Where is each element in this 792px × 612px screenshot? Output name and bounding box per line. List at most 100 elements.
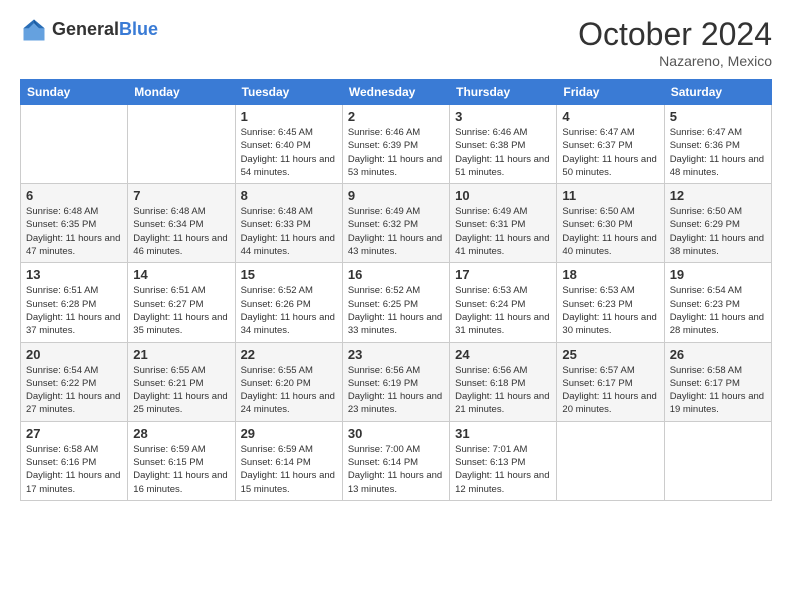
- table-row: 10Sunrise: 6:49 AM Sunset: 6:31 PM Dayli…: [450, 184, 557, 263]
- cell-info: Sunrise: 6:53 AM Sunset: 6:24 PM Dayligh…: [455, 284, 551, 337]
- weekday-header-row: Sunday Monday Tuesday Wednesday Thursday…: [21, 80, 772, 105]
- header-sunday: Sunday: [21, 80, 128, 105]
- cell-day-number: 27: [26, 426, 122, 441]
- table-row: 15 Sunrise: 6:52 AM Sunset: 6:26 PM Dayli…: [235, 263, 342, 342]
- cell-info: Sunrise: 6:58 AM Sunset: 6:17 PM Dayligh…: [670, 364, 766, 417]
- calendar-week-row: 1 Sunrise: 6:45 AM Sunset: 6:40 PM Daylig…: [21, 105, 772, 184]
- table-row: 1 Sunrise: 6:45 AM Sunset: 6:40 PM Daylig…: [235, 105, 342, 184]
- cell-day-number: 9: [348, 188, 444, 203]
- table-row: 31 Sunrise: 7:01 AM Sunset: 6:13 PM Dayli…: [450, 421, 557, 500]
- cell-day-number: 21: [133, 347, 229, 362]
- cell-info: Sunrise: 6:51 AM Sunset: 6:28 PM Dayligh…: [26, 284, 122, 337]
- header-thursday: Thursday: [450, 80, 557, 105]
- cell-day-number: 1: [241, 109, 337, 124]
- cell-day-number: 3: [455, 109, 551, 124]
- cell-day-number: 25: [562, 347, 658, 362]
- cell-info: Sunrise: 7:00 AM Sunset: 6:14 PM Dayligh…: [348, 443, 444, 496]
- cell-day-number: 19: [670, 267, 766, 282]
- table-row: 18 Sunrise: 6:53 AM Sunset: 6:23 PM Dayli…: [557, 263, 664, 342]
- table-row: 16Sunrise: 6:52 AM Sunset: 6:25 PM Dayli…: [342, 263, 449, 342]
- header: GeneralBlue October 2024 Nazareno, Mexic…: [20, 16, 772, 69]
- table-row: 30Sunrise: 7:00 AM Sunset: 6:14 PM Dayli…: [342, 421, 449, 500]
- cell-info: Sunrise: 6:47 AM Sunset: 6:36 PM Dayligh…: [670, 126, 766, 179]
- table-row: 20 Sunrise: 6:54 AM Sunset: 6:22 PM Dayli…: [21, 342, 128, 421]
- table-row: 22Sunrise: 6:55 AM Sunset: 6:20 PM Dayli…: [235, 342, 342, 421]
- header-saturday: Saturday: [664, 80, 771, 105]
- table-row: [664, 421, 771, 500]
- logo-text: GeneralBlue: [52, 20, 158, 40]
- cell-info: Sunrise: 6:54 AM Sunset: 6:22 PM Dayligh…: [26, 364, 122, 417]
- cell-day-number: 14: [133, 267, 229, 282]
- cell-info: Sunrise: 6:50 AM Sunset: 6:29 PM Dayligh…: [670, 205, 766, 258]
- calendar-week-row: 13 Sunrise: 6:51 AM Sunset: 6:28 PM Dayli…: [21, 263, 772, 342]
- table-row: 5 Sunrise: 6:47 AM Sunset: 6:36 PM Daylig…: [664, 105, 771, 184]
- cell-info: Sunrise: 6:51 AM Sunset: 6:27 PM Dayligh…: [133, 284, 229, 337]
- table-row: 23 Sunrise: 6:56 AM Sunset: 6:19 PM Dayli…: [342, 342, 449, 421]
- table-row: 19Sunrise: 6:54 AM Sunset: 6:23 PM Dayli…: [664, 263, 771, 342]
- logo-blue: Blue: [119, 19, 158, 39]
- cell-day-number: 16: [348, 267, 444, 282]
- table-row: 9 Sunrise: 6:49 AM Sunset: 6:32 PM Daylig…: [342, 184, 449, 263]
- header-monday: Monday: [128, 80, 235, 105]
- table-row: 17Sunrise: 6:53 AM Sunset: 6:24 PM Dayli…: [450, 263, 557, 342]
- table-row: 13 Sunrise: 6:51 AM Sunset: 6:28 PM Dayli…: [21, 263, 128, 342]
- table-row: 4Sunrise: 6:47 AM Sunset: 6:37 PM Daylig…: [557, 105, 664, 184]
- table-row: 12 Sunrise: 6:50 AM Sunset: 6:29 PM Dayli…: [664, 184, 771, 263]
- cell-info: Sunrise: 7:01 AM Sunset: 6:13 PM Dayligh…: [455, 443, 551, 496]
- cell-day-number: 26: [670, 347, 766, 362]
- title-block: October 2024 Nazareno, Mexico: [578, 16, 772, 69]
- cell-day-number: 12: [670, 188, 766, 203]
- cell-day-number: 5: [670, 109, 766, 124]
- table-row: [128, 105, 235, 184]
- table-row: 3Sunrise: 6:46 AM Sunset: 6:38 PM Daylig…: [450, 105, 557, 184]
- cell-info: Sunrise: 6:46 AM Sunset: 6:39 PM Dayligh…: [348, 126, 444, 179]
- cell-info: Sunrise: 6:55 AM Sunset: 6:20 PM Dayligh…: [241, 364, 337, 417]
- table-row: 14 Sunrise: 6:51 AM Sunset: 6:27 PM Dayli…: [128, 263, 235, 342]
- cell-day-number: 23: [348, 347, 444, 362]
- table-row: 6 Sunrise: 6:48 AM Sunset: 6:35 PM Daylig…: [21, 184, 128, 263]
- table-row: [21, 105, 128, 184]
- table-row: 29Sunrise: 6:59 AM Sunset: 6:14 PM Dayli…: [235, 421, 342, 500]
- header-tuesday: Tuesday: [235, 80, 342, 105]
- calendar-week-row: 20 Sunrise: 6:54 AM Sunset: 6:22 PM Dayli…: [21, 342, 772, 421]
- cell-day-number: 13: [26, 267, 122, 282]
- calendar-week-row: 6 Sunrise: 6:48 AM Sunset: 6:35 PM Daylig…: [21, 184, 772, 263]
- table-row: 8Sunrise: 6:48 AM Sunset: 6:33 PM Daylig…: [235, 184, 342, 263]
- cell-day-number: 28: [133, 426, 229, 441]
- logo: GeneralBlue: [20, 16, 158, 44]
- cell-day-number: 11: [562, 188, 658, 203]
- cell-info: Sunrise: 6:56 AM Sunset: 6:18 PM Dayligh…: [455, 364, 551, 417]
- page: GeneralBlue October 2024 Nazareno, Mexic…: [0, 0, 792, 612]
- cell-info: Sunrise: 6:48 AM Sunset: 6:34 PM Dayligh…: [133, 205, 229, 258]
- cell-info: Sunrise: 6:45 AM Sunset: 6:40 PM Dayligh…: [241, 126, 337, 179]
- table-row: 26 Sunrise: 6:58 AM Sunset: 6:17 PM Dayli…: [664, 342, 771, 421]
- cell-info: Sunrise: 6:52 AM Sunset: 6:26 PM Dayligh…: [241, 284, 337, 337]
- cell-day-number: 20: [26, 347, 122, 362]
- logo-icon: [20, 16, 48, 44]
- cell-day-number: 2: [348, 109, 444, 124]
- header-friday: Friday: [557, 80, 664, 105]
- table-row: 11 Sunrise: 6:50 AM Sunset: 6:30 PM Dayli…: [557, 184, 664, 263]
- cell-day-number: 29: [241, 426, 337, 441]
- cell-info: Sunrise: 6:59 AM Sunset: 6:15 PM Dayligh…: [133, 443, 229, 496]
- cell-info: Sunrise: 6:53 AM Sunset: 6:23 PM Dayligh…: [562, 284, 658, 337]
- table-row: [557, 421, 664, 500]
- cell-info: Sunrise: 6:49 AM Sunset: 6:32 PM Dayligh…: [348, 205, 444, 258]
- cell-day-number: 15: [241, 267, 337, 282]
- cell-info: Sunrise: 6:48 AM Sunset: 6:35 PM Dayligh…: [26, 205, 122, 258]
- header-wednesday: Wednesday: [342, 80, 449, 105]
- cell-info: Sunrise: 6:49 AM Sunset: 6:31 PM Dayligh…: [455, 205, 551, 258]
- month-title: October 2024: [578, 16, 772, 53]
- logo-general: General: [52, 19, 119, 39]
- cell-info: Sunrise: 6:50 AM Sunset: 6:30 PM Dayligh…: [562, 205, 658, 258]
- table-row: 25Sunrise: 6:57 AM Sunset: 6:17 PM Dayli…: [557, 342, 664, 421]
- cell-day-number: 6: [26, 188, 122, 203]
- table-row: 21Sunrise: 6:55 AM Sunset: 6:21 PM Dayli…: [128, 342, 235, 421]
- cell-day-number: 18: [562, 267, 658, 282]
- cell-info: Sunrise: 6:47 AM Sunset: 6:37 PM Dayligh…: [562, 126, 658, 179]
- table-row: 7Sunrise: 6:48 AM Sunset: 6:34 PM Daylig…: [128, 184, 235, 263]
- cell-info: Sunrise: 6:48 AM Sunset: 6:33 PM Dayligh…: [241, 205, 337, 258]
- cell-day-number: 31: [455, 426, 551, 441]
- cell-info: Sunrise: 6:56 AM Sunset: 6:19 PM Dayligh…: [348, 364, 444, 417]
- calendar-week-row: 27Sunrise: 6:58 AM Sunset: 6:16 PM Dayli…: [21, 421, 772, 500]
